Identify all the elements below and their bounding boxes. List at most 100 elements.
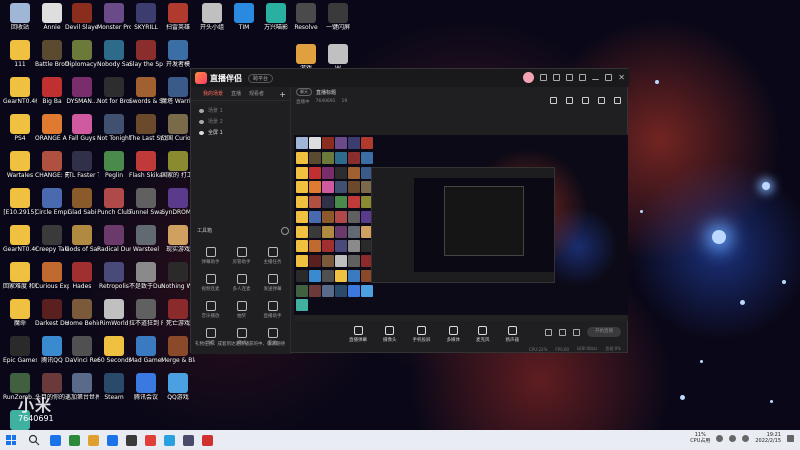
taskbar-app-icon[interactable] <box>69 434 80 446</box>
control-button[interactable]: 直播弹幕 <box>349 325 367 343</box>
desktop-icon[interactable]: 一键闪屏 <box>322 3 354 31</box>
close-icon[interactable]: ✕ <box>618 74 625 82</box>
volume-icon[interactable] <box>742 434 750 442</box>
tool-item[interactable]: 直播助手 <box>257 301 288 319</box>
desktop-icon[interactable]: Punch Club <box>97 188 131 216</box>
layout-icon[interactable] <box>550 97 557 104</box>
control-button[interactable]: 多媒体 <box>447 325 460 343</box>
clock[interactable]: 19:21 2022/2/15 <box>755 432 781 444</box>
platform-badge[interactable]: 跨平台 <box>248 73 274 83</box>
desktop-icon[interactable]: Not for Broadcast <box>97 77 131 105</box>
tool-item[interactable]: 发送弹幕 <box>257 274 288 292</box>
add-scene-icon[interactable]: + <box>279 90 286 99</box>
desktop-icon[interactable]: 扫雷英雄 <box>162 3 194 31</box>
desktop-icon[interactable]: Darkest Dungeon <box>35 299 69 327</box>
settings-icon[interactable] <box>566 74 574 81</box>
desktop-icon[interactable]: 腾讯会议 <box>130 373 162 401</box>
screenshot-icon[interactable] <box>582 97 589 104</box>
desktop-icon[interactable]: Glad Sabi <box>66 188 98 216</box>
tool-item[interactable]: 主播任务 <box>257 247 288 265</box>
record-icon[interactable] <box>566 97 573 104</box>
desktop-icon[interactable]: GearNT0.46 <box>3 77 37 105</box>
search-icon[interactable] <box>28 434 40 446</box>
desktop-icon[interactable]: Flash Skikas <box>129 151 163 179</box>
tab-my-scenes[interactable]: 我的场景 <box>203 90 223 97</box>
taskbar-app-icon[interactable] <box>88 434 99 446</box>
minimize-icon[interactable] <box>592 76 600 80</box>
desktop-icon[interactable]: Home Behind <box>65 299 99 327</box>
live-streaming-app-window[interactable]: 直播伴侣 跨平台 ✕ 我的场景 直播 观看者 + 场景 1 场景 2 全屏 1 … <box>190 68 629 354</box>
tab-live[interactable]: 直播 <box>231 90 241 97</box>
desktop-icon[interactable]: DYSMAN... <box>66 77 98 105</box>
desktop-icon[interactable]: 回家难度 和错内容 <box>3 262 37 290</box>
control-button[interactable]: 摄像头 <box>383 325 397 343</box>
effects-icon[interactable] <box>559 328 566 336</box>
desktop-icon[interactable]: Annie <box>36 3 68 31</box>
visibility-icon[interactable] <box>199 108 204 113</box>
start-menu-icon[interactable] <box>4 433 18 447</box>
tab-viewers[interactable]: 观看者 <box>249 90 264 97</box>
desktop-icon[interactable]: QQ游戏 <box>162 373 194 401</box>
menu-icon[interactable] <box>579 74 587 81</box>
stream-title[interactable]: 直播标题 <box>316 89 336 96</box>
tool-item[interactable]: 房管助手 <box>226 247 257 265</box>
desktop-icon[interactable]: Peglin <box>98 151 130 179</box>
desktop-icon[interactable]: 回收站 <box>4 3 36 31</box>
desktop-icon[interactable]: Curious Expedition <box>35 262 69 290</box>
taskbar-app-icon[interactable] <box>50 434 61 446</box>
tool-item[interactable]: 弹幕助手 <box>195 247 226 265</box>
desktop-icon[interactable]: SKYRILL <box>130 3 162 31</box>
desktop-icon[interactable]: Swords & Souls: Ne... <box>129 77 163 105</box>
desktop-icon[interactable]: Resolve <box>290 3 322 31</box>
desktop-icon[interactable]: Retropolis <box>98 262 130 290</box>
desktop-icon[interactable]: Slay the Spire <box>129 40 163 68</box>
tool-item[interactable]: 音乐播放 <box>195 301 226 319</box>
scene-item[interactable]: 场景 1 <box>199 105 282 116</box>
scene-item[interactable]: 场景 2 <box>199 116 282 127</box>
control-button[interactable]: 扬声器 <box>506 325 519 343</box>
desktop-icon[interactable]: Devil Slayer Raksasi <box>65 3 99 31</box>
desktop-icon[interactable]: [E10.2915] <box>3 188 37 216</box>
desktop-icon[interactable]: The Last Stand Af... <box>129 114 163 142</box>
desktop-icon[interactable]: Wartales <box>4 151 36 179</box>
share-icon[interactable] <box>614 97 621 104</box>
desktop-icon[interactable]: Circle Empires <box>35 188 69 216</box>
desktop-icon[interactable]: 不是致于Dumb <box>129 262 163 290</box>
desktop-icon[interactable]: Epic Games Launcher <box>3 336 37 364</box>
desktop-icon[interactable]: 拉不道狂到 Project... <box>129 299 163 327</box>
stream-preview[interactable] <box>294 135 628 321</box>
taskbar-app-icon[interactable] <box>202 434 213 446</box>
desktop-icon[interactable]: Tunnel Swarm <box>129 188 163 216</box>
desktop-icon[interactable]: Mad Games Tycoon <box>129 336 163 364</box>
start-stream-button[interactable]: 开始直播 <box>587 327 621 337</box>
desktop-icon[interactable]: 111 <box>4 40 36 68</box>
network-icon[interactable] <box>729 434 737 442</box>
desktop-icon[interactable]: Big Ba <box>36 77 68 105</box>
desktop-icon[interactable]: 开发者模 <box>162 40 194 68</box>
tool-item[interactable]: 多人连麦 <box>226 274 257 292</box>
desktop-icon[interactable]: Diplomacy is Not a... <box>65 40 99 68</box>
desktop-icon[interactable]: 巡加第台世界 被修改 <box>65 373 99 401</box>
taskbar-app-icon[interactable] <box>107 434 118 446</box>
desktop-icon[interactable]: PS4 <box>4 114 36 142</box>
desktop-icon[interactable]: 魔命 <box>4 299 36 327</box>
desktop-icon[interactable]: Not Tonight <box>97 114 131 142</box>
visibility-icon[interactable] <box>199 119 204 124</box>
desktop-icon[interactable]: TIM <box>228 3 260 31</box>
avatar[interactable] <box>523 72 535 83</box>
tool-item[interactable]: 视频连麦 <box>195 274 226 292</box>
control-button[interactable]: 麦克风 <box>476 325 490 343</box>
taskbar-app-icon[interactable] <box>183 434 194 446</box>
visibility-icon[interactable] <box>199 130 204 135</box>
settings-icon[interactable] <box>545 328 552 336</box>
desktop-icon[interactable]: Nobody Saves t... <box>97 40 131 68</box>
desktop-icon[interactable]: Creepy Tale <box>35 225 69 253</box>
desktop-icon[interactable]: Steam <box>98 373 130 401</box>
taskbar-app-icon[interactable] <box>126 434 137 446</box>
maximize-icon[interactable] <box>605 74 613 81</box>
desktop-icon[interactable]: 开头小组 <box>196 3 228 31</box>
notification-icon[interactable] <box>787 434 794 442</box>
desktop-icon[interactable]: Fall Guys <box>66 114 98 142</box>
scene-item-active[interactable]: 全屏 1 <box>199 127 282 138</box>
desktop-icon[interactable]: 60 Seconds Reatomized <box>97 336 131 364</box>
